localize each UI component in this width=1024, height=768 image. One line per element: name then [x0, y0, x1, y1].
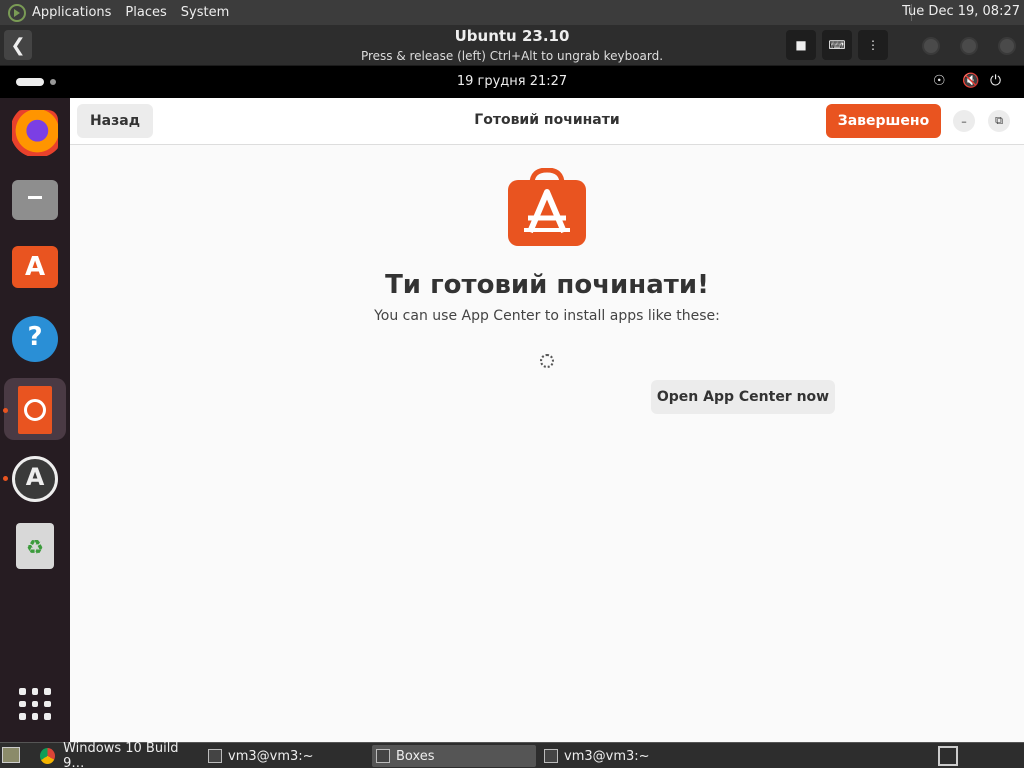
question-glyph: ? — [27, 322, 43, 352]
maximize-window-button[interactable] — [960, 37, 978, 55]
running-indicator — [3, 408, 8, 413]
app-center-icon[interactable]: A — [12, 246, 58, 288]
app-center-logo-icon — [508, 168, 586, 246]
taskbar-item-terminal-2[interactable]: vm3@vm3:~ — [540, 745, 700, 767]
page-heading: Ти готовий починати! — [385, 270, 709, 300]
menu-applications[interactable]: Applications — [32, 5, 111, 20]
updater-glyph: A — [25, 463, 45, 491]
menu-button[interactable]: ⋮ — [858, 30, 888, 60]
minimize-button[interactable]: – — [953, 110, 975, 132]
minimize-icon: – — [961, 114, 967, 128]
firefox-icon[interactable] — [12, 110, 58, 156]
grid-dot — [19, 713, 26, 720]
software-updater-icon[interactable]: A — [12, 456, 58, 502]
files-icon-bar — [28, 196, 42, 199]
host-clock[interactable]: Tue Dec 19, 08:27 — [902, 4, 1020, 19]
grid-dot — [44, 700, 51, 708]
ubuntu-installer-icon[interactable] — [18, 386, 52, 434]
loading-spinner-icon — [540, 354, 554, 368]
task-label: Boxes — [396, 748, 435, 764]
ubuntu-logo-icon — [24, 399, 46, 421]
window-header-bar: Назад Готовий починати Завершено – ⧉ — [70, 98, 1024, 145]
menu-system[interactable]: System — [181, 5, 229, 20]
grid-dot — [44, 688, 51, 695]
show-apps-grid-icon[interactable] — [19, 688, 51, 720]
stop-icon: ■ — [795, 38, 807, 52]
boxes-icon — [376, 749, 390, 763]
grid-dot — [31, 688, 39, 695]
dock: A ? A ♻ — [0, 98, 70, 742]
host-taskbar: Windows 10 Build 9… vm3@vm3:~ Boxes vm3@… — [0, 741, 1024, 768]
running-indicator — [3, 476, 8, 481]
restore-button[interactable]: ⧉ — [988, 110, 1010, 132]
app-center-glyph: A — [24, 252, 46, 282]
close-window-button[interactable] — [998, 37, 1016, 55]
installer-window: Назад Готовий починати Завершено – ⧉ Ти … — [70, 98, 1024, 742]
grid-dot — [31, 700, 39, 708]
task-label: vm3@vm3:~ — [564, 748, 650, 764]
taskbar-item-windows10[interactable]: Windows 10 Build 9… — [36, 741, 196, 768]
host-top-panel: Applications Places System Tue Dec 19, 0… — [0, 0, 1024, 25]
help-icon[interactable]: ? — [12, 316, 58, 362]
network-icon[interactable]: ☉ — [933, 73, 946, 89]
restore-icon: ⧉ — [995, 114, 1003, 127]
grid-dot — [19, 688, 26, 695]
grid-dot — [19, 700, 26, 708]
minimize-window-button[interactable] — [922, 37, 940, 55]
show-desktop-icon[interactable] — [2, 747, 20, 763]
taskbar-item-terminal-1[interactable]: vm3@vm3:~ — [204, 745, 364, 767]
applications-menu-icon[interactable] — [8, 3, 26, 22]
kebab-menu-icon: ⋮ — [867, 38, 879, 52]
guest-top-bar: 19 грудня 21:27 ☉ 🔇 ⏻ — [0, 66, 1024, 98]
boxes-header-bar: ❮ Ubuntu 23.10 Press & release (left) Ct… — [0, 25, 1024, 66]
done-button[interactable]: Завершено — [826, 104, 941, 138]
task-label: vm3@vm3:~ — [228, 748, 314, 764]
guest-display[interactable]: 19 грудня 21:27 ☉ 🔇 ⏻ A ? A ♻ Назад Гото… — [0, 66, 1024, 742]
tray-boxes-icon[interactable] — [938, 746, 958, 766]
terminal-icon — [544, 749, 558, 763]
keyboard-button[interactable]: ⌨ — [822, 30, 852, 60]
trash-icon[interactable]: ♻ — [16, 523, 54, 569]
open-app-center-button[interactable]: Open App Center now — [651, 380, 835, 414]
menu-places[interactable]: Places — [125, 5, 166, 20]
send-key-button[interactable]: ■ — [786, 30, 816, 60]
page-subtext: You can use App Center to install apps l… — [374, 308, 720, 324]
sound-muted-icon[interactable]: 🔇 — [962, 73, 979, 89]
terminal-icon — [208, 749, 222, 763]
power-icon[interactable]: ⏻ — [990, 73, 1001, 89]
keyboard-icon: ⌨ — [828, 38, 846, 52]
grid-dot — [44, 713, 51, 720]
guest-clock[interactable]: 19 грудня 21:27 — [0, 74, 1024, 89]
taskbar-item-boxes[interactable]: Boxes — [372, 745, 536, 767]
grid-dot — [31, 713, 39, 720]
recycle-icon: ♻ — [26, 535, 44, 559]
task-label: Windows 10 Build 9… — [63, 741, 179, 768]
chrome-icon — [40, 748, 56, 764]
files-icon[interactable] — [12, 180, 58, 220]
